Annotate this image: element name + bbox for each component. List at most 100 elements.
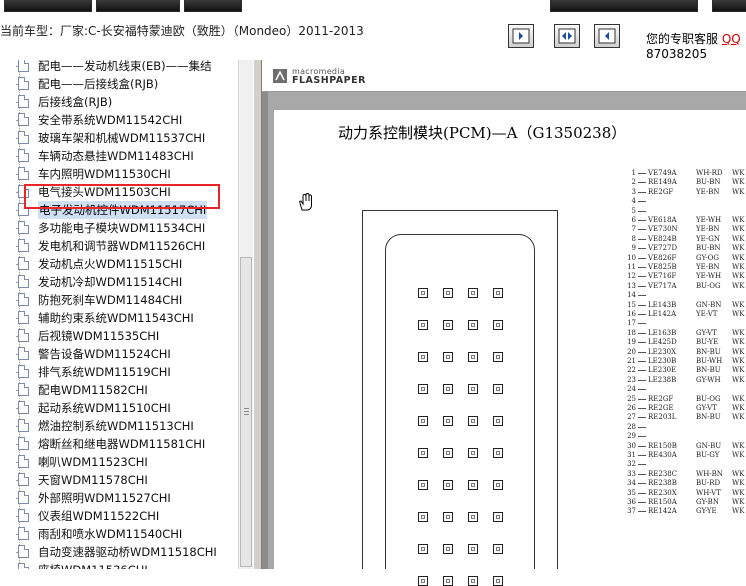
- top-tab[interactable]: [4, 0, 92, 12]
- connector-pin: [493, 416, 503, 426]
- document-icon: [18, 365, 29, 378]
- wiring-tree: 配电——发动机线束(EB)——集结 配电——后接线盒(RJB) 后接线盒(RJB) 安…: [0, 60, 239, 569]
- current-vehicle-label: 当前车型：厂家:C-长安福特蒙迪欧（致胜）（Mondeo）2011-2013: [0, 24, 364, 38]
- document-icon: [18, 383, 29, 396]
- connector-pin: [493, 512, 503, 522]
- top-tab[interactable]: [96, 0, 180, 12]
- tree-item-label: 车内照明WDM11530CHI: [38, 167, 171, 181]
- document-icon: [18, 221, 29, 234]
- fit-width-icon: [558, 28, 576, 44]
- document-icon: [18, 491, 29, 504]
- document-icon: [18, 563, 29, 569]
- connector-pin: [418, 448, 428, 458]
- connector-pin: [443, 384, 453, 394]
- wire-color: GY-YE: [696, 507, 717, 516]
- document-icon: [18, 329, 29, 342]
- tree-item-label: 配电——后接线盒(RJB): [38, 77, 159, 91]
- selection-highlight-box: [24, 184, 220, 209]
- document-title: 动力系控制模块(PCM)—A（G1350238）: [338, 124, 627, 142]
- tree-item-label: 外部照明WDM11527CHI: [38, 491, 171, 505]
- tree-item-label: 自动变速器驱动桥WDM11518CHI: [38, 545, 217, 559]
- circuit-code: RE142A: [648, 507, 677, 516]
- connector-pin: [418, 352, 428, 362]
- document-icon: [18, 401, 29, 414]
- connector-pin: [468, 512, 478, 522]
- pin-row: 37 RE142A GY-YE WK: [620, 506, 746, 516]
- tree-item-label: 玻璃车架和机械WDM11537CHI: [38, 131, 206, 145]
- brand-big: FLASHPAPER: [292, 75, 366, 86]
- connector-pin: [418, 416, 428, 426]
- flashpaper-toolbar: macromedia FLASHPAPER: [262, 60, 746, 92]
- connector-pin: [468, 288, 478, 298]
- pin-number: 37: [627, 507, 636, 516]
- support-phone: 87038205: [646, 47, 708, 61]
- connector-pin: [443, 288, 453, 298]
- top-tab[interactable]: [184, 0, 242, 12]
- tree-item-label: 多功能电子模块WDM11534CHI: [38, 221, 206, 235]
- document-icon: [18, 77, 29, 90]
- connector-pin: [418, 544, 428, 554]
- tree-item-label: 安全带系统WDM11542CHI: [38, 113, 183, 127]
- panel-splitter[interactable]: [253, 60, 262, 569]
- connector-pin: [418, 384, 428, 394]
- document-icon: [18, 455, 29, 468]
- connector-pin: [493, 576, 503, 586]
- tree-item-label: 发动机冷却WDM11514CHI: [38, 275, 183, 289]
- connector-pin: [493, 320, 503, 330]
- document-icon: [18, 545, 29, 558]
- support-contact: 您的专职客服 QQ: [646, 30, 741, 47]
- connector-pin: [468, 416, 478, 426]
- connector-pin: [443, 576, 453, 586]
- top-tab[interactable]: [712, 0, 746, 12]
- tree-item-label: 天窗WDM11578CHI: [38, 473, 148, 487]
- connector-pin: [468, 448, 478, 458]
- document-icon: [18, 131, 29, 144]
- document-icon: [18, 95, 29, 108]
- document-icon: [18, 113, 29, 126]
- connector-pin: [443, 320, 453, 330]
- connector-pin: [418, 576, 428, 586]
- document-icon: [18, 473, 29, 486]
- connector-pin: [468, 384, 478, 394]
- document-icon: [18, 149, 29, 162]
- connector-pin: [443, 352, 453, 362]
- scroll-thumb[interactable]: [240, 257, 252, 567]
- tree-item-label: 辅助约束系统WDM11543CHI: [38, 311, 194, 325]
- qq-link[interactable]: QQ: [722, 32, 741, 46]
- document-icon: [18, 509, 29, 522]
- connector-pin: [493, 352, 503, 362]
- fit-page-button[interactable]: [594, 24, 620, 48]
- top-tab[interactable]: [550, 0, 698, 12]
- single-page-button[interactable]: [508, 24, 534, 48]
- tree-scrollbar[interactable]: [238, 60, 253, 569]
- connector-face: [385, 234, 535, 569]
- connector-pin: [418, 320, 428, 330]
- hand-cursor-icon: [299, 192, 312, 211]
- connector-pin: [493, 384, 503, 394]
- top-strip: [0, 0, 746, 14]
- tree-item-label: 座椅WDM11536CHI: [38, 561, 148, 569]
- tree-item-label: 仪表组WDM11522CHI: [38, 509, 160, 523]
- connector-pin: [468, 576, 478, 586]
- tree-item-label: 喇叭WDM11523CHI: [38, 455, 148, 469]
- fit-width-button[interactable]: [554, 24, 580, 48]
- connector-pin: [443, 512, 453, 522]
- document-icon: [18, 419, 29, 432]
- document-icon: [18, 167, 29, 180]
- document-icon: [18, 60, 29, 72]
- tree-item-label: 配电——发动机线束(EB)——集结: [38, 60, 212, 73]
- document-icon: [18, 347, 29, 360]
- connector-pin: [468, 352, 478, 362]
- connector-pin: [443, 416, 453, 426]
- document-icon: [18, 293, 29, 306]
- connector-pin: [493, 480, 503, 490]
- single-page-icon: [512, 28, 530, 44]
- connector-pin: [493, 544, 503, 554]
- document-icon: [18, 437, 29, 450]
- connector-pin: [418, 480, 428, 490]
- tree-item-label: 配电WDM11582CHI: [38, 383, 148, 397]
- connector-pin: [493, 448, 503, 458]
- tree-item-label: 后视镜WDM11535CHI: [38, 329, 160, 343]
- tree-item-label: 燃油控制系统WDM11513CHI: [38, 419, 194, 433]
- document-icon: [18, 311, 29, 324]
